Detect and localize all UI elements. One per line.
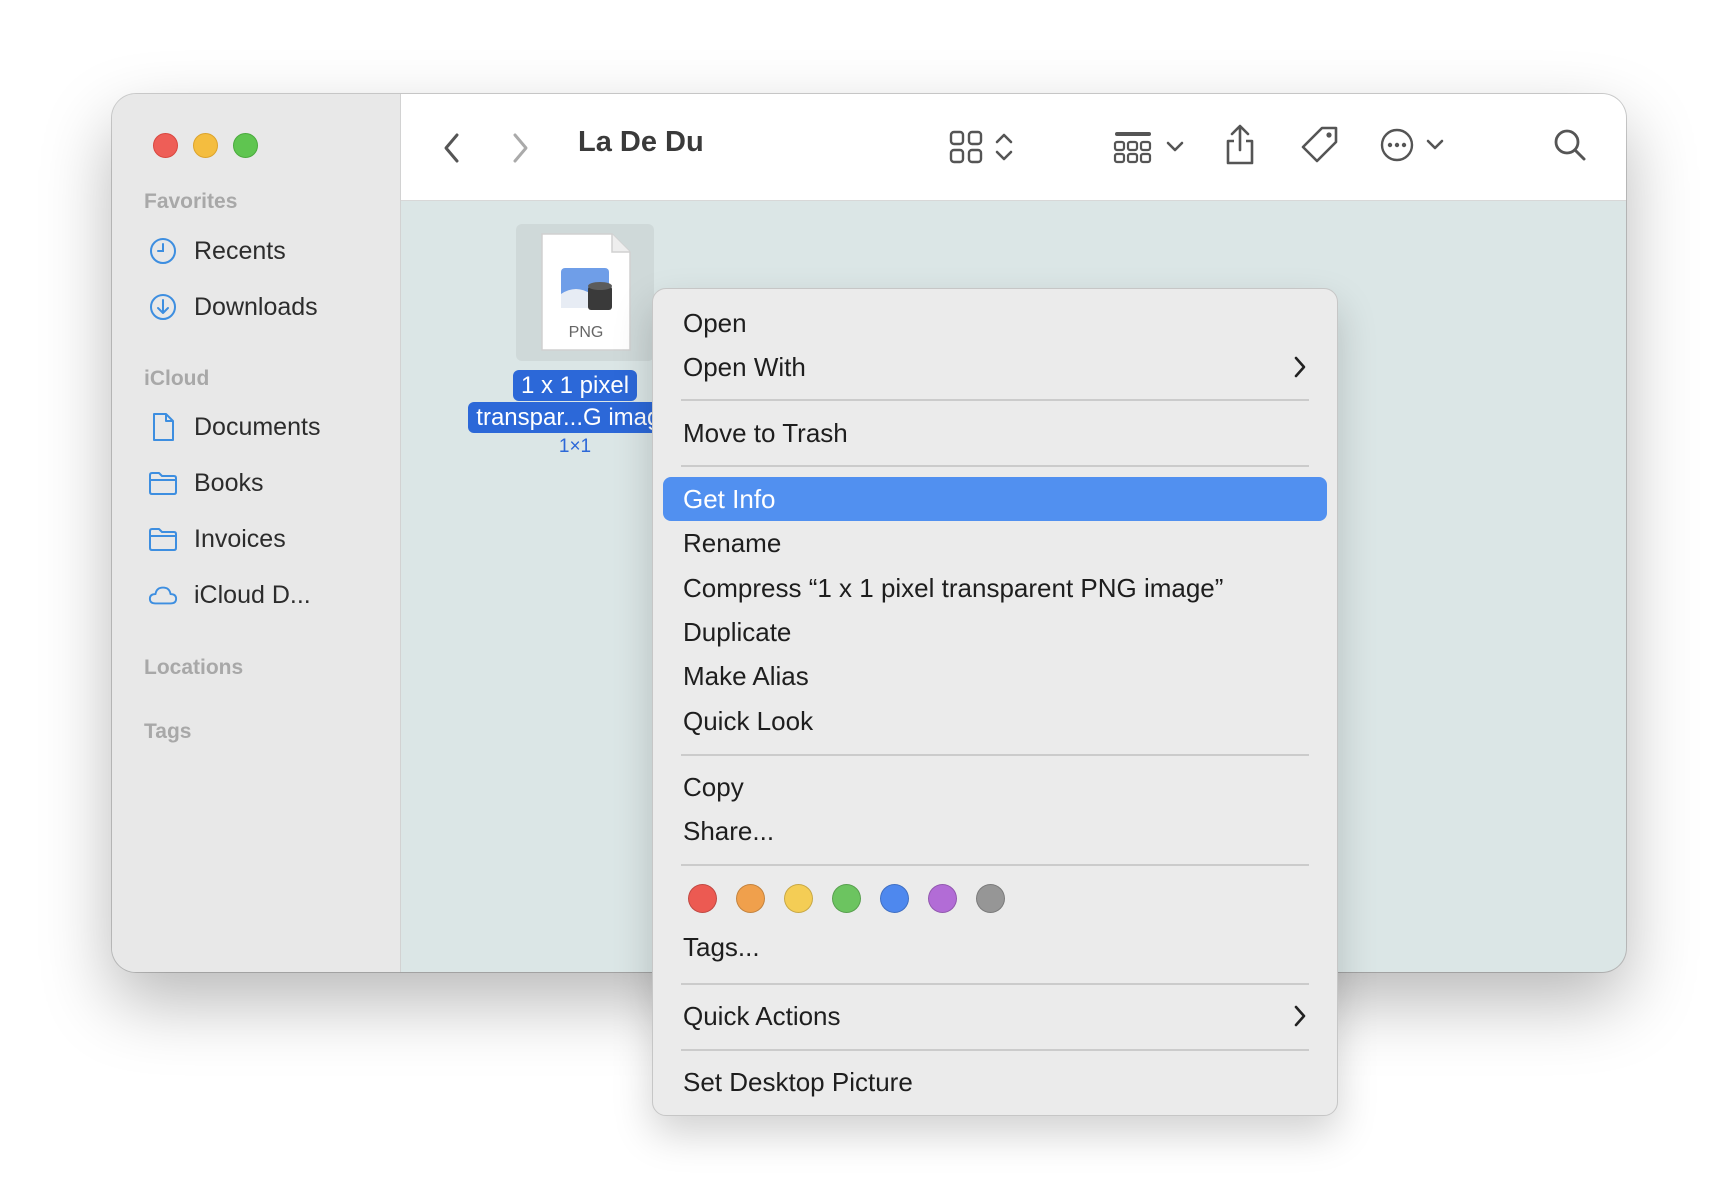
sidebar-section-locations[interactable]: Locations <box>144 656 243 680</box>
tag-color-orange[interactable] <box>736 884 765 913</box>
sidebar: Favorites Recents Downloads iCloud Docum… <box>112 94 401 972</box>
file-type-label: PNG <box>569 324 604 341</box>
cloud-icon <box>148 580 178 610</box>
folder-icon <box>148 524 178 554</box>
sidebar-section-icloud: iCloud <box>144 367 210 390</box>
tag-color-green[interactable] <box>832 884 861 913</box>
chevron-left-icon <box>444 133 459 163</box>
menu-item-label: Open With <box>683 351 806 382</box>
menu-separator <box>681 399 1309 401</box>
close-window-button[interactable] <box>153 133 178 158</box>
share-icon <box>1226 124 1254 165</box>
menu-separator <box>681 864 1309 866</box>
menu-item-make-alias[interactable]: Make Alias <box>663 654 1327 698</box>
menu-item-quick-actions[interactable]: Quick Actions <box>663 994 1327 1038</box>
search-icon <box>1554 129 1586 161</box>
tag-icon <box>1301 126 1338 163</box>
sidebar-section-tags[interactable]: Tags <box>144 720 191 744</box>
chevron-right-icon <box>513 133 528 163</box>
tag-color-gray[interactable] <box>976 884 1005 913</box>
file-name-line1: 1 x 1 pixel <box>512 370 638 401</box>
file-name-line2: transpar...G image <box>468 402 682 433</box>
chevron-down-icon <box>1166 141 1184 152</box>
sidebar-item-books[interactable]: Books <box>148 466 263 500</box>
menu-separator <box>681 1049 1309 1051</box>
tag-color-red[interactable] <box>688 884 717 913</box>
download-icon <box>148 292 178 322</box>
more-actions-button[interactable] <box>1377 124 1447 166</box>
menu-item-move-to-trash[interactable]: Move to Trash <box>663 411 1327 455</box>
menu-item-compress[interactable]: Compress “1 x 1 pixel transparent PNG im… <box>663 566 1327 610</box>
up-down-chevron-icon <box>995 133 1013 161</box>
sidebar-item-documents[interactable]: Documents <box>148 410 320 444</box>
sidebar-section-favorites: Favorites <box>144 190 238 213</box>
group-by-button[interactable] <box>1111 126 1187 168</box>
menu-item-tags[interactable]: Tags... <box>663 925 1327 969</box>
minimize-window-button[interactable] <box>193 133 218 158</box>
menu-item-open-with[interactable]: Open With <box>663 345 1327 389</box>
tag-color-yellow[interactable] <box>784 884 813 913</box>
search-button[interactable] <box>1551 126 1589 164</box>
ellipsis-circle-icon <box>1380 128 1414 162</box>
png-file-icon: PNG <box>541 233 631 351</box>
menu-item-get-info[interactable]: Get Info <box>663 477 1327 521</box>
forward-button[interactable] <box>505 128 535 168</box>
sidebar-item-label: Documents <box>194 412 321 441</box>
sidebar-item-recents[interactable]: Recents <box>148 234 286 268</box>
menu-item-quick-look[interactable]: Quick Look <box>663 699 1327 743</box>
sidebar-item-invoices[interactable]: Invoices <box>148 522 286 556</box>
menu-item-label: Quick Actions <box>683 1000 841 1031</box>
menu-item-rename[interactable]: Rename <box>663 521 1327 565</box>
sidebar-item-downloads[interactable]: Downloads <box>148 290 318 324</box>
chevron-down-icon <box>1426 139 1444 150</box>
sidebar-item-label: iCloud D... <box>194 580 311 609</box>
back-button[interactable] <box>437 128 467 168</box>
sidebar-item-label: Invoices <box>194 524 286 553</box>
clock-icon <box>148 236 178 266</box>
chevron-right-icon <box>1293 1004 1307 1035</box>
menu-item-open[interactable]: Open <box>663 301 1327 345</box>
menu-item-share[interactable]: Share... <box>663 809 1327 853</box>
share-button[interactable] <box>1221 122 1259 168</box>
sidebar-item-label: Books <box>194 468 264 497</box>
tag-color-purple[interactable] <box>928 884 957 913</box>
folder-icon <box>148 468 178 498</box>
toolbar: La De Du <box>401 94 1626 201</box>
context-menu: Open Open With Move to Trash Get Info Re… <box>652 288 1338 1116</box>
menu-item-set-desktop-picture[interactable]: Set Desktop Picture <box>663 1060 1327 1104</box>
sidebar-item-label: Recents <box>194 236 286 265</box>
window-title: La De Du <box>578 126 704 158</box>
view-mode-button[interactable] <box>942 126 1022 168</box>
file-thumbnail: PNG <box>516 224 654 361</box>
sidebar-item-icloud-drive[interactable]: iCloud D... <box>148 578 311 612</box>
sidebar-item-label: Downloads <box>194 292 318 321</box>
menu-item-duplicate[interactable]: Duplicate <box>663 610 1327 654</box>
chevron-right-icon <box>1293 355 1307 386</box>
tag-color-blue[interactable] <box>880 884 909 913</box>
grid-view-icon <box>949 130 983 164</box>
menu-separator <box>681 983 1309 985</box>
menu-separator <box>681 754 1309 756</box>
document-icon <box>148 412 178 442</box>
tag-button[interactable] <box>1299 124 1341 166</box>
menu-item-copy[interactable]: Copy <box>663 765 1327 809</box>
menu-separator <box>681 465 1309 467</box>
zoom-window-button[interactable] <box>233 133 258 158</box>
group-view-icon <box>1113 132 1152 164</box>
